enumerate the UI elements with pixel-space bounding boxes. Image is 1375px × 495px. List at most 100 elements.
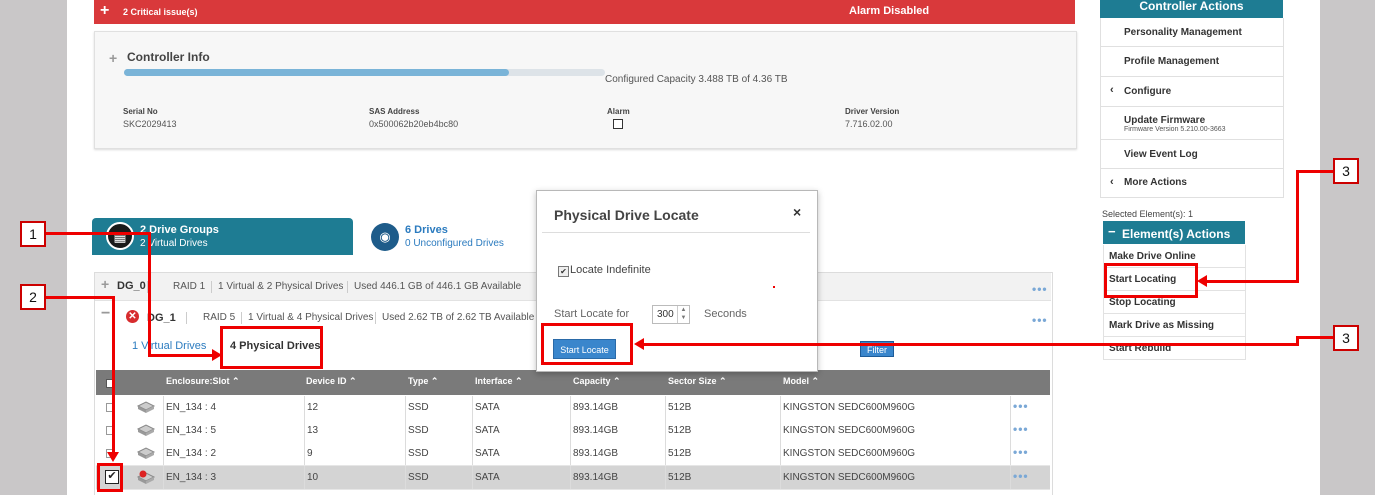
more-options-icon[interactable]: ••• bbox=[1013, 469, 1029, 483]
divider bbox=[405, 442, 406, 465]
error-icon: ✕ bbox=[126, 310, 139, 323]
callout-box-start-locate bbox=[541, 323, 633, 365]
cell-model: KINGSTON SEDC600M960G bbox=[783, 472, 916, 483]
column-header-interface[interactable]: Interface ⌃ bbox=[475, 376, 523, 387]
column-header-sector-size[interactable]: Sector Size ⌃ bbox=[668, 376, 727, 387]
callout-line bbox=[1298, 170, 1334, 173]
cell-interface: SATA bbox=[475, 472, 500, 483]
cell-sector-size: 512B bbox=[668, 472, 692, 483]
seconds-stepper[interactable]: 300 ▲ ▼ bbox=[652, 305, 690, 324]
cell-slot: EN_134 : 3 bbox=[166, 472, 217, 483]
drive-group-usage: Used 2.62 TB of 2.62 TB Available bbox=[382, 312, 535, 323]
chip-icon: ▦ bbox=[106, 222, 134, 250]
action-configure[interactable]: ‹ Configure bbox=[1100, 77, 1284, 107]
cell-capacity: 893.14GB bbox=[573, 402, 619, 413]
more-options-icon[interactable]: ••• bbox=[1032, 282, 1048, 296]
alarm-label: Alarm bbox=[607, 107, 630, 116]
table-row-selected[interactable]: EN_134 : 3 10 SSD SATA 893.14GB 512B KIN… bbox=[96, 466, 1050, 490]
more-options-icon[interactable]: ••• bbox=[1032, 313, 1048, 327]
collapse-icon[interactable]: − bbox=[101, 305, 110, 323]
divider bbox=[780, 419, 781, 442]
action-more-actions[interactable]: ‹ More Actions bbox=[1100, 169, 1284, 198]
tab-title: 2 Drive Groups bbox=[140, 224, 219, 236]
action-personality-management[interactable]: Personality Management bbox=[1100, 18, 1284, 47]
action-mark-drive-missing[interactable]: Mark Drive as Missing bbox=[1103, 314, 1246, 337]
cell-device-id: 10 bbox=[307, 472, 319, 483]
table-header: Enclosure:Slot ⌃ Device ID ⌃ Type ⌃ Inte… bbox=[96, 370, 1050, 395]
divider bbox=[1010, 396, 1011, 419]
cell-device-id: 13 bbox=[307, 425, 319, 436]
callout-line bbox=[148, 232, 151, 356]
ssd-drive-icon bbox=[136, 447, 156, 459]
more-options-icon[interactable]: ••• bbox=[1013, 445, 1029, 459]
callout-line bbox=[1298, 336, 1334, 339]
divider bbox=[304, 442, 305, 465]
more-options-icon[interactable]: ••• bbox=[1013, 399, 1029, 413]
cell-interface: SATA bbox=[475, 402, 500, 413]
divider bbox=[405, 466, 406, 489]
chevron-left-icon: ‹ bbox=[1110, 84, 1114, 96]
controller-info-title: Controller Info bbox=[127, 50, 210, 64]
ssd-drive-locating-icon bbox=[136, 470, 156, 484]
subtab-virtual-drives[interactable]: 1 Virtual Drives bbox=[132, 340, 206, 352]
callout-number: 2 bbox=[20, 284, 46, 310]
seconds-unit-label: Seconds bbox=[704, 308, 747, 320]
tab-drive-groups[interactable]: ▦ 2 Drive Groups 2 Virtual Drives bbox=[92, 218, 353, 255]
table-row[interactable]: EN_134 : 5 13 SSD SATA 893.14GB 512B KIN… bbox=[96, 419, 1050, 443]
driver-version-label: Driver Version bbox=[845, 107, 900, 116]
callout-line bbox=[1296, 170, 1299, 282]
close-icon[interactable]: × bbox=[793, 204, 801, 220]
column-header-enclosure-slot[interactable]: Enclosure:Slot ⌃ bbox=[166, 376, 240, 387]
alarm-checkbox[interactable] bbox=[613, 119, 623, 129]
table-row[interactable]: EN_134 : 4 12 SSD SATA 893.14GB 512B KIN… bbox=[96, 396, 1050, 420]
action-profile-management[interactable]: Profile Management bbox=[1100, 47, 1284, 77]
divider bbox=[780, 466, 781, 489]
divider bbox=[780, 396, 781, 419]
divider bbox=[472, 396, 473, 419]
critical-issues-label: 2 Critical issue(s) bbox=[123, 7, 198, 17]
alarm-status: Alarm Disabled bbox=[849, 5, 930, 17]
alarm-bar[interactable]: + 2 Critical issue(s) Alarm Disabled bbox=[94, 0, 1075, 24]
tab-drives[interactable]: ◉ 6 Drives 0 Unconfigured Drives bbox=[355, 218, 535, 255]
driver-version-value: 7.716.02.00 bbox=[845, 119, 893, 129]
expand-icon[interactable]: + bbox=[109, 50, 117, 66]
divider bbox=[570, 419, 571, 442]
cell-slot: EN_134 : 2 bbox=[166, 448, 217, 459]
column-header-capacity[interactable]: Capacity ⌃ bbox=[573, 376, 621, 387]
divider bbox=[163, 442, 164, 465]
column-header-device-id[interactable]: Device ID ⌃ bbox=[306, 376, 357, 387]
cell-capacity: 893.14GB bbox=[573, 425, 619, 436]
column-header-model[interactable]: Model ⌃ bbox=[783, 376, 819, 387]
action-start-rebuild[interactable]: Start Rebuild bbox=[1103, 337, 1246, 360]
cell-sector-size: 512B bbox=[668, 402, 692, 413]
divider bbox=[163, 419, 164, 442]
cell-slot: EN_134 : 5 bbox=[166, 425, 217, 436]
action-label: Mark Drive as Missing bbox=[1109, 320, 1215, 331]
callout-line bbox=[112, 296, 115, 454]
firmware-version: Firmware Version 5.210.00-3663 bbox=[1124, 126, 1226, 133]
action-label: View Event Log bbox=[1124, 149, 1198, 160]
action-update-firmware[interactable]: Update Firmware Firmware Version 5.210.0… bbox=[1100, 107, 1284, 140]
divider bbox=[304, 419, 305, 442]
action-view-event-log[interactable]: View Event Log bbox=[1100, 140, 1284, 169]
divider bbox=[570, 396, 571, 419]
stepper-arrows-icon[interactable]: ▲ ▼ bbox=[677, 306, 689, 323]
expand-icon[interactable]: + bbox=[100, 2, 109, 20]
more-options-icon[interactable]: ••• bbox=[1013, 422, 1029, 436]
cell-model: KINGSTON SEDC600M960G bbox=[783, 402, 916, 413]
serial-label: Serial No bbox=[123, 107, 158, 116]
tab-title: 6 Drives bbox=[405, 224, 448, 236]
drive-icon: ◉ bbox=[371, 223, 399, 251]
selected-elements-count: Selected Element(s): 1 bbox=[1102, 209, 1194, 219]
cell-type: SSD bbox=[408, 402, 429, 413]
expand-icon[interactable]: + bbox=[101, 276, 109, 292]
divider bbox=[163, 466, 164, 489]
action-label: Personality Management bbox=[1124, 27, 1242, 38]
divider bbox=[780, 442, 781, 465]
locate-indefinite-checkbox[interactable]: ✔ bbox=[558, 266, 569, 277]
table-row[interactable]: EN_134 : 2 9 SSD SATA 893.14GB 512B KING… bbox=[96, 442, 1050, 466]
collapse-icon[interactable]: − bbox=[1108, 224, 1116, 239]
element-actions-header[interactable]: − Element(s) Actions bbox=[1103, 221, 1245, 244]
column-header-type[interactable]: Type ⌃ bbox=[408, 376, 438, 387]
raid-level: RAID 1 bbox=[173, 281, 206, 292]
